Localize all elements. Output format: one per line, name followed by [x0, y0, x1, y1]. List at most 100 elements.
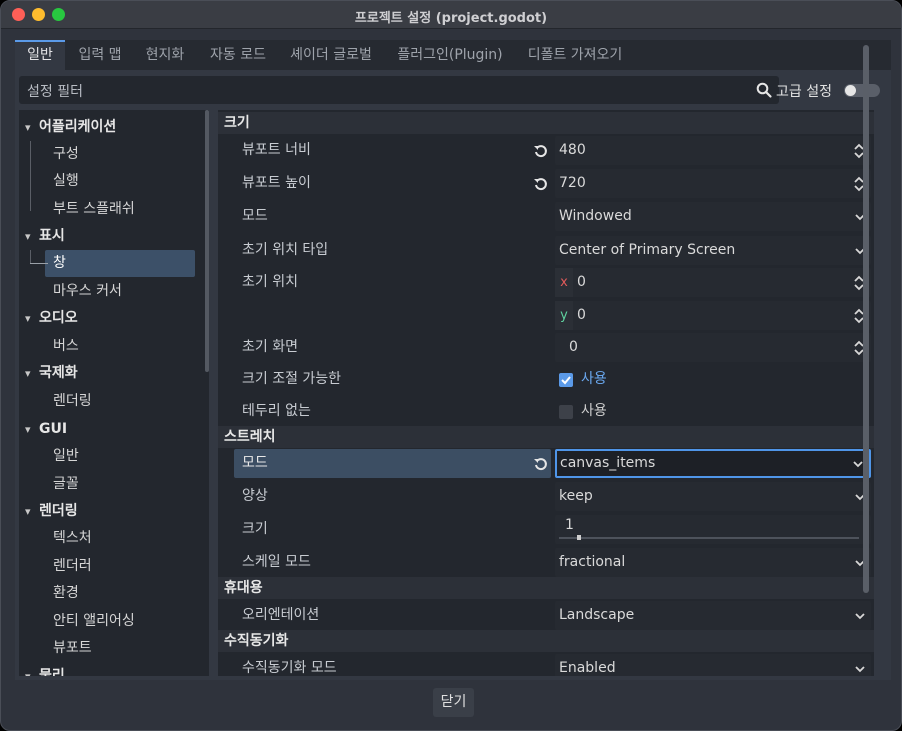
viewport-height-spinbox[interactable]: 720 [555, 169, 871, 198]
tree-item-mouse-cursor[interactable]: 마우스 커서 [53, 278, 122, 304]
tab-input-map[interactable]: 입력 맵 [69, 40, 131, 70]
prop-orientation: 오리엔테이션 Landscape [218, 599, 874, 632]
tree-item-buses[interactable]: 버스 [53, 333, 79, 359]
close-button[interactable]: 닫기 [433, 688, 474, 717]
orientation-dropdown[interactable]: Landscape [555, 601, 871, 630]
tree-item-anti-aliasing[interactable]: 안티 앨리어싱 [53, 608, 135, 634]
stretch-aspect-dropdown[interactable]: keep [555, 482, 871, 511]
section-size: 크기 [218, 112, 874, 134]
window-title: 프로젝트 설정 (project.godot) [354, 11, 548, 26]
prop-initial-position-y: y 0 [218, 299, 874, 332]
prop-mode: 모드 Windowed [218, 200, 874, 233]
tree-item-viewport[interactable]: 뷰포트 [53, 635, 92, 661]
tree-item-config[interactable]: 구성 [53, 141, 79, 167]
prop-stretch-aspect: 양상 keep [218, 480, 874, 513]
prop-initial-screen: 초기 화면 0 [218, 331, 874, 364]
property-inspector: 크기 뷰포트 너비 480 뷰포트 높이 720 모드 Windowed 초기 … [218, 110, 874, 676]
borderless-checkbox[interactable]: 사용 [555, 397, 871, 426]
slider-track[interactable] [559, 537, 859, 539]
resizable-checkbox[interactable]: 사용 [555, 365, 871, 394]
tree-group-rendering[interactable]: ▾ 렌더링 [25, 498, 78, 524]
tree-item-run[interactable]: 실행 [53, 168, 79, 194]
tree-guide [30, 141, 31, 211]
chevron-down-icon [855, 666, 865, 673]
prop-viewport-height: 뷰포트 높이 720 [218, 167, 874, 200]
revert-icon[interactable] [533, 143, 549, 159]
tree-group-application[interactable]: ▾ 어플리케이션 [25, 114, 116, 140]
initial-screen-spinbox[interactable]: 0 [555, 333, 871, 362]
checkbox-checked-icon[interactable] [559, 373, 573, 387]
prop-label: 모드 [242, 208, 268, 224]
prop-label: 뷰포트 높이 [242, 175, 311, 191]
prop-label: 초기 화면 [242, 339, 298, 355]
prop-label: 초기 위치 타입 [242, 242, 329, 258]
tab-general[interactable]: 일반 [15, 40, 65, 70]
tree-item-gui-fonts[interactable]: 글꼴 [53, 471, 79, 497]
tree-group-physics[interactable]: ▾물리 [25, 663, 65, 676]
tree-item-gui-common[interactable]: 일반 [53, 443, 79, 469]
tab-autoload[interactable]: 자동 로드 [201, 40, 275, 70]
section-handheld: 휴대용 [218, 577, 874, 599]
prop-borderless: 테두리 없는 사용 [218, 395, 874, 428]
tree-item-rendering-i18n[interactable]: 렌더링 [53, 388, 92, 414]
stretch-scale-slider[interactable]: 1 [555, 515, 871, 544]
tree-item-renderer[interactable]: 렌더러 [53, 553, 92, 579]
section-stretch: 스트레치 [218, 426, 874, 448]
prop-resizable: 크기 조절 가능한 사용 [218, 363, 874, 396]
prop-scale-mode: 스케일 모드 fractional [218, 546, 874, 579]
selected-highlight [45, 250, 195, 277]
tree-group-audio[interactable]: ▾ 오디오 [25, 305, 78, 331]
stretch-mode-dropdown[interactable]: canvas_items [555, 449, 871, 478]
mode-dropdown[interactable]: Windowed [555, 202, 871, 231]
inspector-scrollbar[interactable] [863, 45, 869, 593]
section-vsync: 수직동기화 [218, 630, 874, 652]
prop-initial-position-type: 초기 위치 타입 Center of Primary Screen [218, 234, 874, 267]
prop-label: 초기 위치 [242, 274, 298, 290]
advanced-settings-label: 고급 설정 [776, 84, 832, 100]
settings-category-tree: ▾ 어플리케이션 구성 실행 부트 스플래쉬 ▾ 표시 창 마우스 커서 ▾ 오디오 … [19, 110, 209, 676]
y-axis-label: y [555, 301, 573, 330]
prop-label: 테두리 없는 [242, 403, 311, 419]
tree-group-gui[interactable]: ▾ GUI [25, 416, 67, 442]
tree-guide-branch [30, 263, 48, 264]
general-panel: 설정 필터 고급 설정 ▾ 어플리케이션 구성 실행 부트 스플래쉬 ▾ 표시 창 … [15, 70, 891, 680]
prop-label: 오리엔테이션 [242, 607, 320, 623]
tab-plugins[interactable]: 플러그인(Plugin) [390, 40, 510, 70]
tab-import-defaults[interactable]: 디폴트 가져오기 [519, 40, 631, 70]
prop-stretch-mode: 모드 canvas_items [218, 447, 874, 480]
project-settings-window: 프로젝트 설정 (project.godot) 일반 입력 맵 현지화 자동 로… [0, 0, 902, 731]
prop-label: 모드 [242, 455, 268, 471]
tree-guide [30, 250, 31, 264]
x-axis-label: x [555, 268, 573, 297]
slider-grabber[interactable] [577, 535, 581, 540]
advanced-settings-toggle[interactable] [844, 84, 880, 97]
settings-filter-input[interactable]: 설정 필터 [19, 76, 779, 104]
viewport-width-spinbox[interactable]: 480 [555, 136, 871, 165]
prop-label: 수직동기화 모드 [242, 660, 337, 676]
checkbox-unchecked-icon[interactable] [559, 405, 573, 419]
tree-item-boot-splash[interactable]: 부트 스플래쉬 [53, 196, 135, 222]
filter-placeholder: 설정 필터 [27, 84, 83, 100]
initial-position-type-dropdown[interactable]: Center of Primary Screen [555, 236, 871, 265]
tab-bar: 일반 입력 맵 현지화 자동 로드 셰이더 글로벌 플러그인(Plugin) 디… [15, 40, 891, 70]
revert-icon[interactable] [533, 176, 549, 192]
prop-label: 뷰포트 너비 [242, 142, 311, 158]
initial-position-x-spinbox[interactable]: x 0 [555, 268, 871, 297]
prop-label: 스케일 모드 [242, 554, 311, 570]
revert-icon[interactable] [533, 456, 549, 472]
initial-position-y-spinbox[interactable]: y 0 [555, 301, 871, 330]
tree-item-textures[interactable]: 텍스처 [53, 525, 92, 551]
prop-label: 크기 조절 가능한 [242, 371, 342, 387]
tab-shader-globals[interactable]: 셰이더 글로벌 [281, 40, 381, 70]
tree-scrollbar[interactable] [205, 110, 209, 372]
tree-group-display[interactable]: ▾ 표시 [25, 223, 65, 249]
tree-item-window[interactable]: 창 [53, 250, 66, 276]
prop-label: 양상 [242, 488, 268, 504]
vsync-mode-dropdown[interactable]: Enabled [555, 654, 871, 676]
scale-mode-dropdown[interactable]: fractional [555, 548, 871, 577]
tree-item-environment[interactable]: 환경 [53, 580, 79, 606]
prop-vsync-mode: 수직동기화 모드 Enabled [218, 652, 874, 676]
tab-localization[interactable]: 현지화 [135, 40, 195, 70]
tree-group-internationalization[interactable]: ▾ 국제화 [25, 360, 78, 386]
prop-label: 크기 [242, 521, 268, 537]
